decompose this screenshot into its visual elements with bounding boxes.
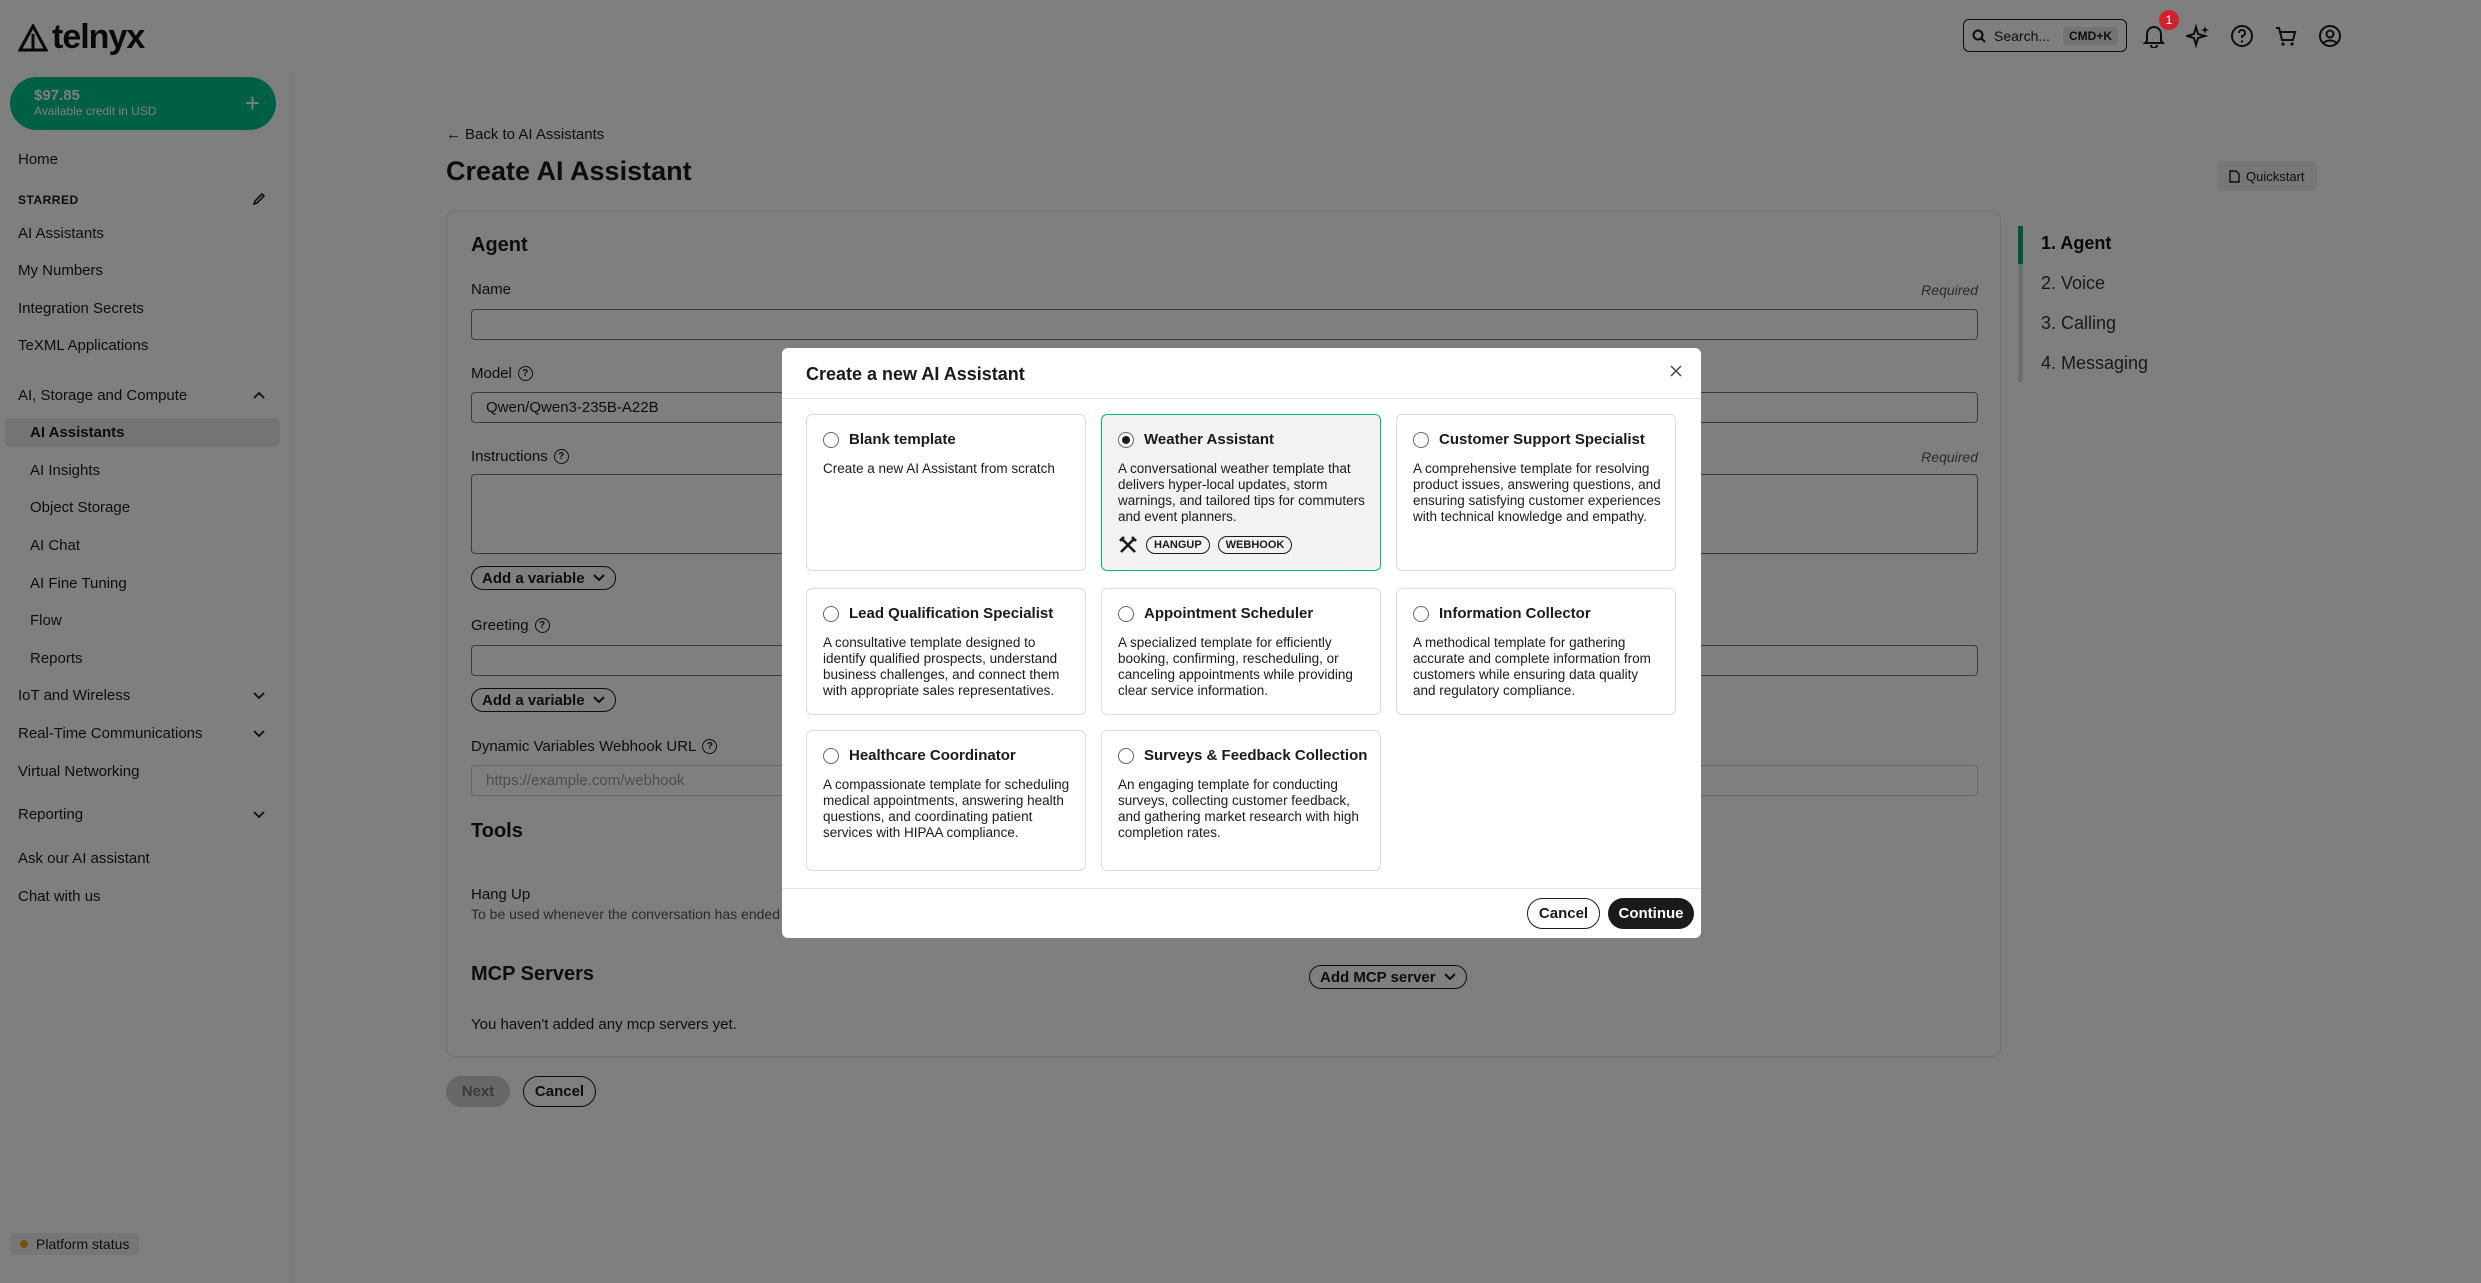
template-description: A comprehensive template for resolving p… xyxy=(1413,461,1661,524)
template-radio[interactable] xyxy=(1413,431,1429,448)
template-radio[interactable] xyxy=(823,747,839,764)
template-card-lead-qualification[interactable]: Lead Qualification Specialist A consulta… xyxy=(806,588,1086,715)
modal-header-divider xyxy=(782,398,1701,399)
template-radio[interactable] xyxy=(823,605,839,622)
tools-icon xyxy=(1119,536,1137,553)
template-name: Healthcare Coordinator xyxy=(849,747,1016,764)
template-name: Appointment Scheduler xyxy=(1144,605,1314,622)
template-card-appointment-scheduler[interactable]: Appointment Scheduler A specialized temp… xyxy=(1101,588,1381,715)
modal-close-button[interactable] xyxy=(1665,360,1687,382)
template-card-surveys-feedback[interactable]: Surveys & Feedback Collection An engagin… xyxy=(1101,730,1381,871)
notification-count-badge: 1 xyxy=(2159,10,2179,30)
modal-continue-button[interactable]: Continue xyxy=(1608,898,1694,929)
close-icon xyxy=(1670,365,1682,377)
template-card-weather-assistant[interactable]: Weather Assistant A conversational weath… xyxy=(1101,414,1381,571)
template-description: A conversational weather template that d… xyxy=(1118,461,1365,524)
template-radio[interactable] xyxy=(1118,747,1134,764)
template-name: Blank template xyxy=(849,431,956,448)
template-card-information-collector[interactable]: Information Collector A methodical templ… xyxy=(1396,588,1676,715)
modal-footer-divider xyxy=(782,888,1701,889)
template-name: Information Collector xyxy=(1439,605,1591,622)
template-description: A consultative template designed to iden… xyxy=(823,635,1060,698)
template-description: An engaging template for conducting surv… xyxy=(1118,777,1359,840)
template-card-customer-support[interactable]: Customer Support Specialist A comprehens… xyxy=(1396,414,1676,571)
template-description: Create a new AI Assistant from scratch xyxy=(823,461,1055,476)
radio-selected-dot xyxy=(1122,435,1130,444)
template-name: Surveys & Feedback Collection xyxy=(1144,747,1368,764)
template-tags: HANGUP WEBHOOK xyxy=(1118,535,1380,555)
template-card-blank[interactable]: Blank template Create a new AI Assistant… xyxy=(806,414,1086,571)
template-description: A compassionate template for scheduling … xyxy=(823,777,1070,840)
tag-webhook: WEBHOOK xyxy=(1217,536,1293,554)
modal-title: Create a new AI Assistant xyxy=(806,364,1025,384)
template-radio-selected[interactable] xyxy=(1118,431,1134,448)
create-assistant-modal: Create a new AI Assistant Blank template… xyxy=(782,348,1701,938)
template-card-healthcare-coordinator[interactable]: Healthcare Coordinator A compassionate t… xyxy=(806,730,1086,871)
template-description: A specialized template for efficiently b… xyxy=(1118,635,1353,698)
template-name: Weather Assistant xyxy=(1144,431,1275,448)
template-radio[interactable] xyxy=(1118,605,1134,622)
modal-cancel-button[interactable]: Cancel xyxy=(1527,898,1600,929)
template-radio[interactable] xyxy=(823,431,839,448)
template-name: Lead Qualification Specialist xyxy=(849,605,1054,622)
template-name: Customer Support Specialist xyxy=(1439,431,1645,448)
template-radio[interactable] xyxy=(1413,605,1429,622)
tag-hangup: HANGUP xyxy=(1146,536,1210,554)
template-description: A methodical template for gathering accu… xyxy=(1413,635,1651,698)
